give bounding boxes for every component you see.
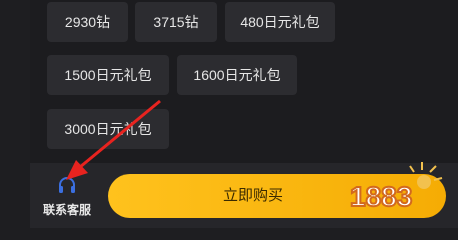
watermark-text: 1883 [350, 181, 412, 212]
package-option-3000-yen[interactable]: 3000日元礼包 [47, 109, 169, 149]
package-option-3715[interactable]: 3715钻 [135, 2, 217, 42]
package-option-2930[interactable]: 2930钻 [47, 2, 128, 42]
package-option-480-yen[interactable]: 480日元礼包 [225, 2, 335, 42]
support-label: 联系客服 [42, 203, 91, 217]
package-option-1500-yen[interactable]: 1500日元礼包 [47, 55, 169, 95]
package-option-1600-yen[interactable]: 1600日元礼包 [177, 55, 297, 95]
headset-icon [59, 177, 75, 193]
contact-support-button[interactable]: 联系客服 [30, 170, 110, 225]
1883-logo: 1883 [349, 162, 443, 213]
